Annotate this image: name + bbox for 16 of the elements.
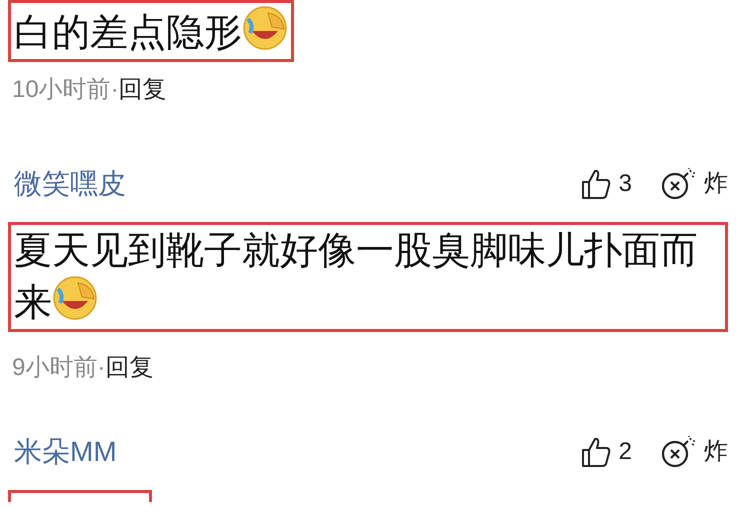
timestamp: 10小时前·	[12, 75, 119, 105]
timestamp: 9小时前·	[12, 353, 106, 383]
bomb-label: 炸	[704, 169, 728, 199]
like-count: 3	[618, 169, 632, 199]
like-count: 2	[618, 437, 632, 467]
bomb-label: 炸	[704, 437, 728, 467]
comment-text: 夏天见到靴子就好像一股臭脚味儿扑面而来	[14, 229, 699, 326]
thumbs-up-icon[interactable]	[580, 436, 611, 468]
username[interactable]: 米朵MM	[14, 436, 117, 468]
thumbs-up-icon[interactable]	[580, 168, 611, 200]
reply-link[interactable]: 回复	[118, 72, 167, 108]
username[interactable]: 微笑嘿皮	[14, 168, 126, 200]
bomb-icon[interactable]	[660, 436, 696, 468]
bomb-icon[interactable]	[660, 168, 696, 200]
comment-text: 白的差点隐形	[14, 5, 288, 57]
reply-link[interactable]: 回复	[105, 350, 154, 386]
